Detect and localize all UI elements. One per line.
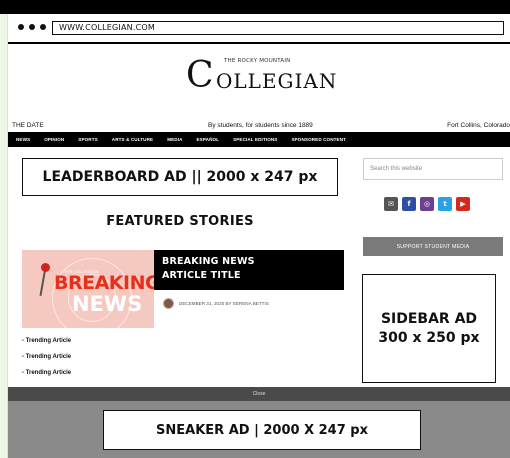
close-button[interactable]: Close [8,387,510,401]
pushpin-stem [39,270,46,296]
page-edge [0,14,8,458]
byline: DECEMBER 31, 2020 BY SERENA BETTIS [163,298,269,309]
youtube-icon[interactable]: ▶ [456,197,470,211]
byline-text: DECEMBER 31, 2020 BY SERENA BETTIS [179,301,269,306]
window-controls [18,24,46,30]
nav-item-special-editions[interactable]: SPECIAL EDITIONS [233,137,277,142]
browser-toolbar: WWW.COLLEGIAN.COM [8,14,510,44]
info-bar: THE DATE By students, for students since… [8,121,510,131]
address-bar[interactable]: WWW.COLLEGIAN.COM [52,21,504,35]
sidebar-ad-title: SIDEBAR AD [380,310,478,327]
nav-item-sports[interactable]: SPORTS [78,137,98,142]
image-word-breaking: BREAKING [54,272,154,294]
headline-line-1[interactable]: BREAKING NEWS [162,255,336,269]
date-label: THE DATE [12,122,44,129]
masthead: C THE ROCKY MOUNTAIN OLLEGIAN [8,46,510,120]
window-dot[interactable] [29,24,35,30]
sneaker-ad[interactable]: SNEAKER AD | 2000 X 247 px [103,410,421,450]
browser-top-bar [0,0,510,14]
instagram-icon[interactable]: ◎ [420,197,434,211]
headline-box[interactable]: BREAKING NEWS ARTICLE TITLE [154,250,344,290]
support-student-media-button[interactable]: SUPPORT STUDENT MEDIA [363,237,503,256]
nav-item-news[interactable]: NEWS [16,137,30,142]
window-dot[interactable] [40,24,46,30]
image-word-news: NEWS [72,292,143,316]
sidebar-ad-size: 300 x 250 px [378,329,480,346]
author-avatar [163,298,174,309]
nav-item-sponsored-content[interactable]: SPONSORED CONTENT [291,137,346,142]
collegian-logo[interactable]: C THE ROCKY MOUNTAIN OLLEGIAN [186,55,346,96]
window-dot[interactable] [18,24,24,30]
logo-initial: C [186,55,214,96]
twitter-icon[interactable]: t [438,197,452,211]
headline-line-2[interactable]: ARTICLE TITLE [162,269,336,283]
logo-wordmark: OLLEGIAN [216,69,338,93]
nav-item-media[interactable]: MEDIA [167,137,182,142]
trending-article-link[interactable]: - Trending Article [22,338,71,344]
main-nav: NEWS OPINION SPORTS ARTS & CULTURE MEDIA… [8,132,510,147]
nav-item-espanol[interactable]: ESPAÑOL [197,137,220,142]
facebook-icon[interactable]: f [402,197,416,211]
trending-article-link[interactable]: - Trending Article [22,370,71,376]
search-input[interactable]: Search this website [363,158,503,180]
location-label: Fort Collins, Colorado [447,122,510,129]
breaking-news-image[interactable]: THE COLLEGIAN BREAKING NEWS [22,250,154,328]
nav-item-opinion[interactable]: OPINION [44,137,64,142]
logo-tagline: THE ROCKY MOUNTAIN [224,58,291,64]
email-icon[interactable]: ✉ [384,197,398,211]
sidebar-ad[interactable]: SIDEBAR AD 300 x 250 px [362,274,496,383]
nav-item-arts-culture[interactable]: ARTS & CULTURE [112,137,153,142]
leaderboard-ad[interactable]: LEADERBOARD AD || 2000 x 247 px [22,158,338,196]
trending-article-link[interactable]: - Trending Article [22,354,71,360]
pushpin-icon [41,263,50,272]
social-icons: ✉ f ◎ t ▶ [384,197,470,211]
featured-stories-heading: FEATURED STORIES [106,214,254,229]
slogan: By students, for students since 1889 [208,122,313,129]
